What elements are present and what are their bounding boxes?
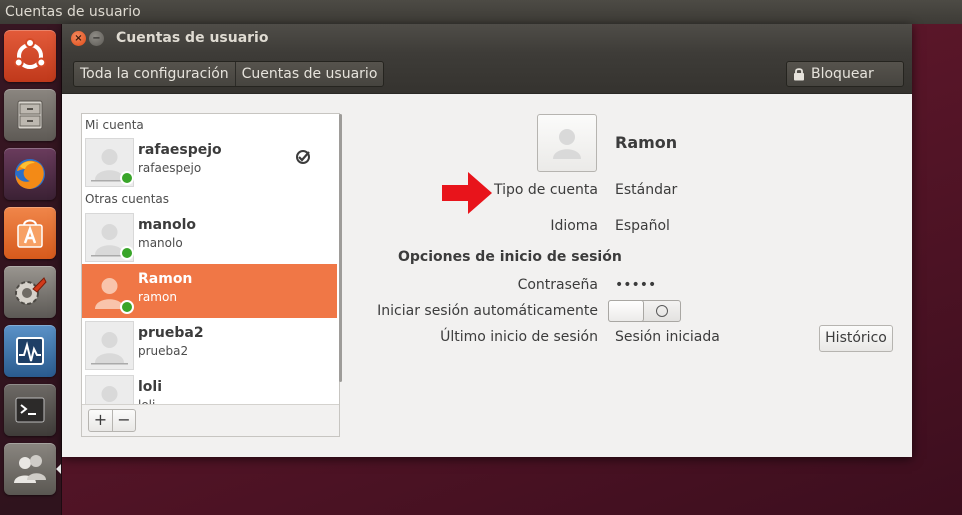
launcher-terminal[interactable] xyxy=(4,384,56,436)
user-login: rafaespejo xyxy=(138,161,202,175)
user-silhouette-icon xyxy=(101,386,118,402)
firefox-icon xyxy=(15,159,45,189)
user-name: loli xyxy=(138,379,163,395)
user-row-ramon[interactable]: Ramon ramon xyxy=(82,264,337,318)
add-user-button[interactable]: + xyxy=(89,410,112,431)
online-status-icon xyxy=(120,171,134,185)
switch-off-indicator-icon xyxy=(656,305,668,317)
user-row-manolo[interactable]: manolo manolo xyxy=(82,210,337,264)
breadcrumb-user-accounts[interactable]: Cuentas de usuario xyxy=(234,62,384,86)
add-remove-buttons: + − xyxy=(88,409,136,432)
launcher xyxy=(0,24,62,515)
top-panel-title: Cuentas de usuario xyxy=(5,4,141,20)
other-accounts-section-label: Otras cuentas xyxy=(85,192,170,206)
account-type-value[interactable]: Estándar xyxy=(615,182,677,198)
user-silhouette-icon xyxy=(91,332,128,365)
login-options-title: Opciones de inicio de sesión xyxy=(398,249,622,265)
remove-user-button[interactable]: − xyxy=(112,410,135,431)
user-row-loli[interactable]: loli loli xyxy=(82,372,337,404)
user-login: ramon xyxy=(138,290,177,304)
window-title: Cuentas de usuario xyxy=(116,30,269,46)
history-button[interactable]: Histórico xyxy=(819,325,893,352)
user-name: Ramon xyxy=(138,271,193,287)
launcher-system-monitor[interactable] xyxy=(4,325,56,377)
breadcrumb: Toda la configuración Cuentas de usuario xyxy=(73,61,385,87)
avatar xyxy=(85,375,134,404)
window-titlebar[interactable]: × − Cuentas de usuario xyxy=(62,24,912,53)
language-value[interactable]: Español xyxy=(615,218,670,234)
user-login: prueba2 xyxy=(138,344,189,358)
user-row-rafaespejo[interactable]: rafaespejo rafaespejo xyxy=(82,135,337,189)
minimize-icon: − xyxy=(92,32,101,44)
close-icon: × xyxy=(74,32,83,44)
last-login-label: Último inicio de sesión xyxy=(440,329,598,345)
user-row-prueba2[interactable]: prueba2 prueba2 xyxy=(82,318,337,372)
users-icon xyxy=(14,455,46,483)
switch-knob xyxy=(608,300,644,322)
auto-login-label: Iniciar sesión automáticamente xyxy=(377,303,598,319)
user-picture-button[interactable] xyxy=(537,114,597,172)
lock-button-label: Bloquear xyxy=(811,66,874,82)
user-silhouette-icon xyxy=(553,129,581,159)
lock-button[interactable]: Bloquear xyxy=(786,61,904,87)
user-list[interactable]: Mi cuenta rafaespejo rafaespejo Otras cu… xyxy=(82,114,339,404)
password-label: Contraseña xyxy=(517,277,598,293)
user-accounts-window: × − Cuentas de usuario Toda la configura… xyxy=(62,24,912,457)
last-login-value: Sesión iniciada xyxy=(615,329,720,345)
shopping-bag-icon xyxy=(17,219,43,248)
launcher-ubuntu-dash[interactable] xyxy=(4,30,56,82)
user-name: prueba2 xyxy=(138,325,204,341)
close-button[interactable]: × xyxy=(71,31,86,46)
user-full-name[interactable]: Ramon xyxy=(615,133,677,152)
launcher-software-center[interactable] xyxy=(4,207,56,259)
password-value[interactable]: ••••• xyxy=(615,277,656,293)
top-panel: Cuentas de usuario xyxy=(0,0,962,24)
active-app-indicator xyxy=(56,464,61,474)
auto-login-switch[interactable] xyxy=(608,300,681,322)
user-list-scrollbar[interactable] xyxy=(339,114,342,382)
window-toolbar: Toda la configuración Cuentas de usuario… xyxy=(62,53,912,94)
current-user-check-icon xyxy=(296,150,310,164)
online-status-icon xyxy=(120,246,134,260)
lock-icon xyxy=(794,68,804,81)
my-account-section-label: Mi cuenta xyxy=(85,118,144,132)
gear-wrench-icon xyxy=(15,277,47,305)
ubuntu-logo-icon xyxy=(13,38,47,69)
launcher-user-accounts[interactable] xyxy=(4,443,56,495)
terminal-icon xyxy=(15,397,45,423)
language-label: Idioma xyxy=(550,218,598,234)
file-cabinet-icon xyxy=(17,100,43,130)
red-arrow-annotation-icon xyxy=(442,172,492,214)
minimize-button[interactable]: − xyxy=(89,31,104,46)
avatar xyxy=(85,321,134,370)
user-login: manolo xyxy=(138,236,183,250)
online-status-icon xyxy=(120,300,134,314)
user-list-toolbar: + − xyxy=(82,404,339,436)
launcher-system-settings[interactable] xyxy=(4,266,56,318)
launcher-firefox[interactable] xyxy=(4,148,56,200)
user-list-panel: Mi cuenta rafaespejo rafaespejo Otras cu… xyxy=(81,113,342,437)
system-monitor-icon xyxy=(16,337,44,365)
account-type-label: Tipo de cuenta xyxy=(494,182,598,198)
user-name: rafaespejo xyxy=(138,142,222,158)
launcher-files[interactable] xyxy=(4,89,56,141)
breadcrumb-all-settings[interactable]: Toda la configuración xyxy=(74,62,235,86)
user-name: manolo xyxy=(138,217,197,233)
